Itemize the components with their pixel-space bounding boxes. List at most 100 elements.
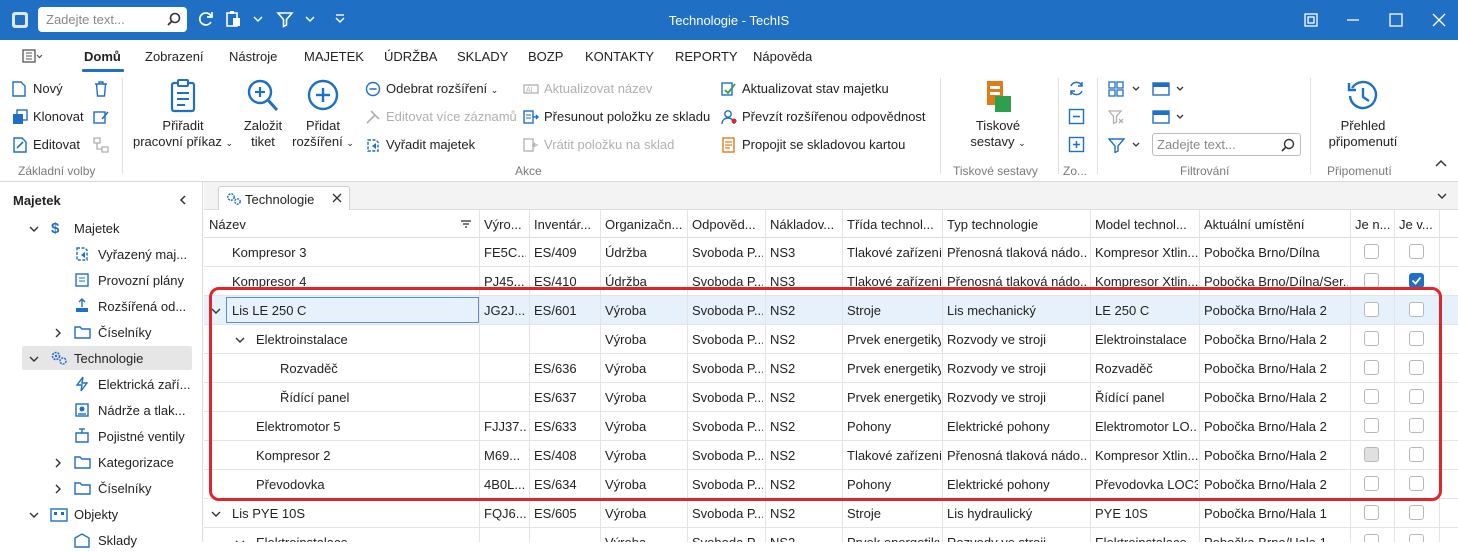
cell-aktualni-umisteni[interactable]: Pobočka Brno/Hala 2 [1204,303,1348,318]
cell-aktualni-umisteni[interactable]: Pobočka Brno/Dílna [1204,245,1348,260]
table-row[interactable]: Elektromotor 5 FJJ37... ES/633 Výroba Svobod… [204,412,1458,441]
checkbox-je-v[interactable] [1409,476,1424,491]
collapse-sidebar-icon[interactable] [177,194,189,206]
quick-search-input[interactable]: Zadejte text... [38,7,187,32]
column-header-vyrobni-cislo[interactable]: Výro... [484,217,528,232]
collapse-all-icon[interactable] [1068,108,1085,125]
checkbox-je-v[interactable] [1409,505,1424,520]
checkbox-je-n[interactable] [1364,505,1379,520]
checkbox-je-n[interactable] [1364,273,1379,288]
cell-trida-technologie[interactable]: Tlakové zařízení [847,448,941,463]
menu-majetek[interactable]: MAJETEK [304,49,364,64]
cell-nazev[interactable]: Kompresor 2 [256,448,474,463]
chevron-down-icon[interactable] [28,223,40,235]
cell-nakladove-stredisko[interactable]: NS3 [770,245,840,260]
cell-odpovedna-osoba[interactable]: Svoboda P... [692,274,763,289]
cell-trida-technologie[interactable]: Tlakové zařízení [847,274,941,289]
menu-nastroje[interactable]: Nástroje [229,49,277,64]
cell-vyrobni-cislo[interactable]: PJ45... [484,274,526,289]
chevron-down-icon[interactable] [252,13,264,25]
expand-row-chevron-icon[interactable] [234,334,246,346]
column-header-model-technologie[interactable]: Model technol... [1095,217,1197,232]
cell-nazev[interactable]: Lis PYE 10S [232,506,474,521]
menu-bozp[interactable]: BOZP [528,49,563,64]
cell-nakladove-stredisko[interactable]: NS2 [770,448,840,463]
cell-aktualni-umisteni[interactable]: Pobočka Brno/Hala 2 [1204,477,1348,492]
cell-nazev[interactable]: Kompresor 3 [232,245,474,260]
column-header-je-v[interactable]: Je v... [1399,217,1435,232]
menu-kontakty[interactable]: KONTAKTY [585,49,654,64]
table-row[interactable]: Lis PYE 10S FQJ6... ES/605 Výroba Svoboda P.… [204,499,1458,528]
refresh-view-icon[interactable] [1068,80,1085,97]
checkbox-je-n[interactable] [1364,418,1379,433]
cell-odpovedna-osoba[interactable]: Svoboda P... [692,361,763,376]
sidebar-item-sklady[interactable]: Sklady [74,528,192,552]
checkbox-je-v[interactable] [1409,447,1424,462]
chevron-right-icon[interactable] [52,327,64,339]
chevron-down-icon[interactable] [28,509,40,521]
column-header-odpovedna-osoba[interactable]: Odpověd... [692,217,765,232]
menu-sklady[interactable]: SKLADY [457,49,508,64]
filter-icon[interactable] [1108,137,1144,153]
cell-organizacni-jednotka[interactable]: Výroba [605,390,685,405]
sidebar-item-nadrze[interactable]: Nádrže a tlak... [74,398,192,422]
sort-icon[interactable] [460,218,472,230]
checkbox-je-v[interactable] [1409,389,1424,404]
layout-icon[interactable] [1152,81,1188,97]
table-row[interactable]: Elektroinstalace Výroba Svoboda P... NS2 Prv… [204,325,1458,354]
menu-zobrazeni[interactable]: Zobrazení [145,49,204,64]
menu-udrzba[interactable]: ÚDRŽBA [384,49,437,64]
sidebar-item-majetek[interactable]: $ Majetek [28,216,188,240]
cell-odpovedna-osoba[interactable]: Svoboda P... [692,506,763,521]
cell-nakladove-stredisko[interactable]: NS2 [770,506,840,521]
cell-model-technologie[interactable]: Kompresor Xtlin... [1095,245,1198,260]
cell-model-technologie[interactable]: Kompresor Xtlin... [1095,448,1198,463]
cell-trida-technologie[interactable]: Stroje [847,303,941,318]
cell-typ-technologie[interactable]: Lis hydraulický [947,506,1088,521]
cell-trida-technologie[interactable]: Pohony [847,477,941,492]
cell-aktualni-umisteni[interactable]: Pobočka Brno/Hala 1 [1204,535,1348,542]
cell-trida-technologie[interactable]: Pohony [847,419,941,434]
edit-button[interactable]: Editovat [12,137,80,153]
menu-napoveda[interactable]: Nápověda [753,49,812,64]
table-row[interactable]: Lis LE 250 C JG2J... ES/601 Výroba Svoboda P… [204,296,1458,325]
collapse-ribbon-icon[interactable] [1434,158,1448,170]
cell-odpovedna-osoba[interactable]: Svoboda P... [692,245,763,260]
cell-inventarni-cislo[interactable]: ES/410 [534,274,596,289]
cell-odpovedna-osoba[interactable]: Svoboda P... [692,477,763,492]
add-extension-button[interactable]: Přidat rozšíření ⌄ [290,78,356,151]
take-over-responsibility-button[interactable]: Převzít rozšířenou odpovědnost [721,109,926,125]
cell-aktualni-umisteni[interactable]: Pobočka Brno/Hala 2 [1204,332,1348,347]
table-row[interactable]: Převodovka 4B0L... ES/634 Výroba Svoboda P..… [204,470,1458,499]
cell-model-technologie[interactable]: Kompresor Xtlin... [1095,274,1198,289]
column-chooser-icon[interactable] [1108,81,1144,97]
filter-icon[interactable] [276,10,294,28]
delete-icon[interactable] [93,80,109,97]
cell-model-technologie[interactable]: Převodovka LOC3... [1095,477,1198,492]
app-menu-icon[interactable] [22,48,44,64]
cell-organizacni-jednotka[interactable]: Údržba [605,245,685,260]
new-button[interactable]: Nový [12,81,63,97]
cell-inventarni-cislo[interactable]: ES/601 [534,303,596,318]
cell-nazev[interactable]: Elektroinstalace [256,535,474,542]
chevron-down-icon[interactable] [28,353,40,365]
checkbox-je-v[interactable] [1409,302,1424,317]
expand-row-chevron-icon[interactable] [210,305,222,317]
assign-work-order-button[interactable]: Přiřadit pracovní příkaz ⌄ [130,78,236,151]
column-header-trida-technologie[interactable]: Třída technol... [847,217,943,232]
table-row[interactable]: Kompresor 4 PJ45... ES/410 Údržba Svoboda P.… [204,267,1458,296]
cell-nakladove-stredisko[interactable]: NS2 [770,361,840,376]
column-header-je-n[interactable]: Je n... [1355,217,1391,232]
chevron-right-icon[interactable] [52,457,64,469]
sidebar-item-kategorizace[interactable]: Kategorizace [52,450,192,474]
column-header-aktualni-umisteni[interactable]: Aktuální umístění [1204,217,1349,232]
cell-trida-technologie[interactable]: Stroje [847,506,941,521]
checkbox-je-n[interactable] [1364,331,1379,346]
cell-trida-technologie[interactable]: Tlakové zařízení [847,245,941,260]
cell-inventarni-cislo[interactable]: ES/408 [534,448,596,463]
cell-aktualni-umisteni[interactable]: Pobočka Brno/Hala 1 [1204,506,1348,521]
cell-organizacni-jednotka[interactable]: Výroba [605,332,685,347]
cell-vyrobni-cislo[interactable]: JG2J... [484,303,526,318]
chevron-down-icon[interactable] [304,13,316,25]
menu-reporty[interactable]: REPORTY [675,49,738,64]
